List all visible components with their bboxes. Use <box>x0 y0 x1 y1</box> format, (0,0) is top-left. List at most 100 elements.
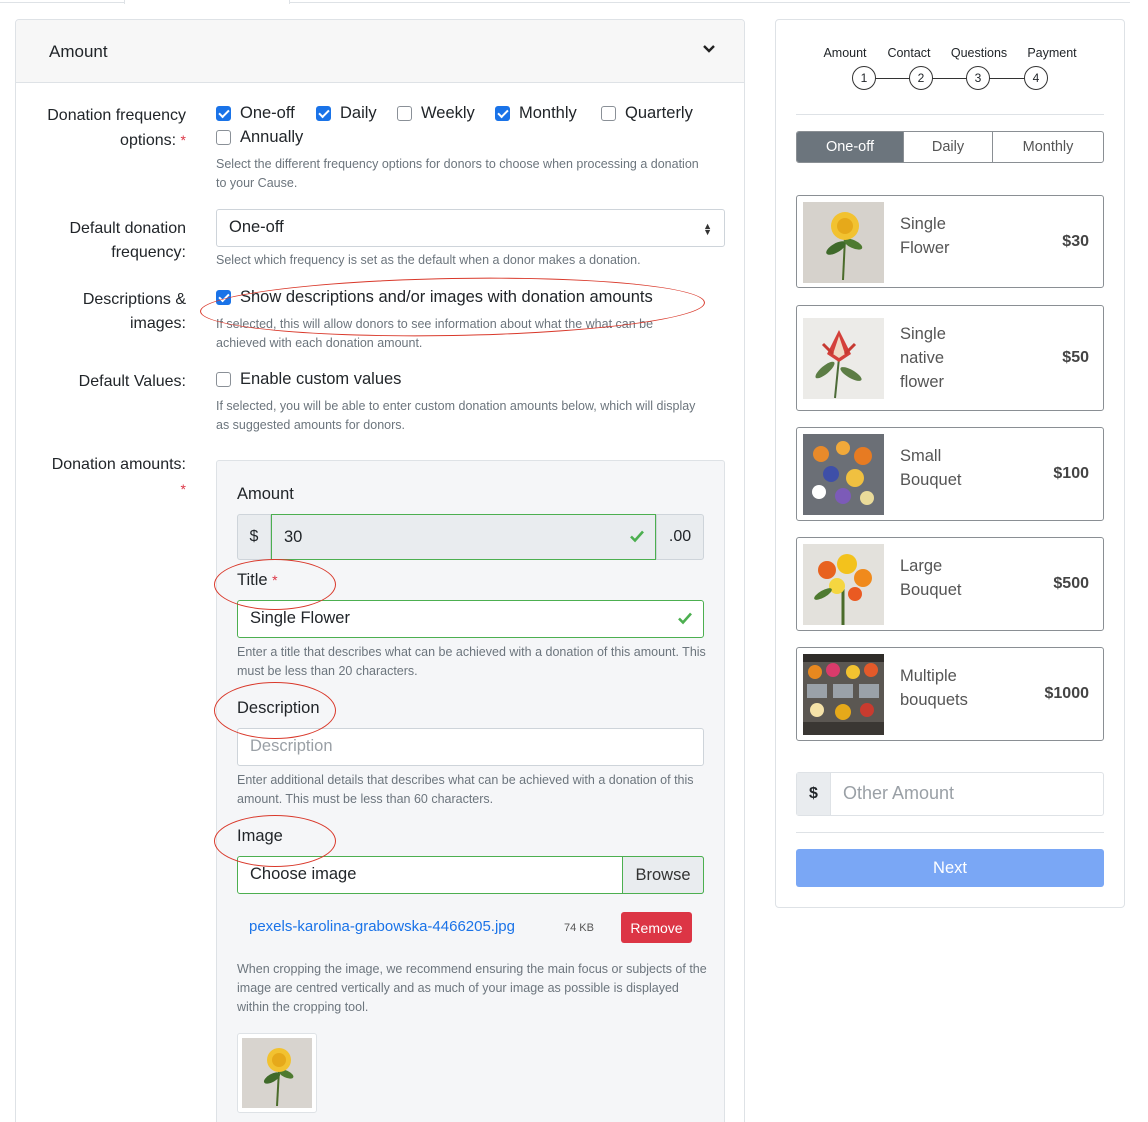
option-title-line: Small <box>900 447 942 465</box>
option-price: $500 <box>1053 575 1089 592</box>
step-circle-2: 2 <box>909 66 933 90</box>
required-asterisk: * <box>180 481 186 497</box>
flower-illustration <box>803 202 884 283</box>
checkbox-icon[interactable] <box>216 130 231 145</box>
amount-settings-card: Amount Donation frequency options: * One… <box>15 19 745 1122</box>
option-title-line: Single <box>900 325 946 343</box>
option-title-line: Single <box>900 215 946 233</box>
flower-illustration <box>242 1038 312 1108</box>
small-bouquet-image <box>803 434 884 515</box>
custom-values-help: If selected, you will be able to enter c… <box>216 399 696 432</box>
image-label: Image <box>237 827 283 845</box>
tab-one-off[interactable]: One-off <box>797 132 904 162</box>
select-arrows-icon: ▲ ▼ <box>703 221 712 237</box>
step-label-amount: Amount <box>823 46 867 60</box>
other-amount-input[interactable]: Other Amount <box>831 773 1103 815</box>
browse-button[interactable]: Browse <box>622 856 704 894</box>
yellow-flower-image <box>242 1038 312 1108</box>
check-icon <box>678 612 692 625</box>
step-label-contact: Contact <box>887 46 931 60</box>
frequency-checkbox-one-off[interactable]: One-off <box>216 104 295 123</box>
option-price: $100 <box>1053 465 1089 482</box>
image-placeholder: Choose image <box>250 865 357 883</box>
chevron-down-icon[interactable] <box>702 42 716 56</box>
next-button[interactable]: Next <box>796 849 1104 887</box>
frequency-checkbox-annually[interactable]: Annually <box>216 128 303 147</box>
default-values-label: Default Values: <box>78 373 186 390</box>
option-title-line: Flower <box>900 239 950 257</box>
cents-suffix: .00 <box>656 514 704 560</box>
checkbox-icon[interactable] <box>316 106 331 121</box>
description-help: Enter additional details that describes … <box>237 773 694 806</box>
description-input[interactable]: Description <box>237 728 704 766</box>
option-title: Single native flower <box>900 322 946 394</box>
description-label: Description <box>237 699 320 717</box>
checkbox-icon[interactable] <box>216 290 231 305</box>
frequency-checkbox-weekly[interactable]: Weekly <box>397 104 475 123</box>
step-circle-1: 1 <box>852 66 876 90</box>
donation-option-1000[interactable]: Multiple bouquets $1000 <box>796 647 1104 741</box>
option-title: Small Bouquet <box>900 444 961 492</box>
currency-prefix: $ <box>237 514 271 560</box>
custom-values-checkbox[interactable]: Enable custom values <box>216 370 401 389</box>
flower-illustration <box>803 434 884 515</box>
option-title-line: Large <box>900 557 943 575</box>
donation-form-preview: Amount Contact Questions Payment 1 2 3 4… <box>775 19 1125 908</box>
option-price: $50 <box>1062 349 1089 366</box>
title-label: Title * <box>237 571 278 590</box>
step-circle-4: 4 <box>1024 66 1048 90</box>
protea-flower-image <box>803 318 884 399</box>
step-circle-3: 3 <box>966 66 990 90</box>
amount-input-group: $ 30 .00 <box>237 514 704 560</box>
tab-monthly[interactable]: Monthly <box>993 132 1103 162</box>
checkbox-label: One-off <box>240 104 295 122</box>
checkbox-icon[interactable] <box>601 106 616 121</box>
active-tab-indicator <box>124 0 290 4</box>
step-label-questions: Questions <box>950 46 1008 60</box>
donation-amounts-text: Donation amounts: <box>51 456 186 473</box>
step-label-payment: Payment <box>1027 46 1077 60</box>
donation-option-100[interactable]: Small Bouquet $100 <box>796 427 1104 521</box>
other-amount-group: $ Other Amount <box>796 772 1104 816</box>
frequency-options-label: Donation frequency options: * <box>16 104 186 153</box>
frequency-options-text: Donation frequency options: <box>47 107 186 149</box>
yellow-flower-image <box>803 202 884 283</box>
amount-input[interactable]: 30 <box>271 514 656 560</box>
donation-amount-panel: Amount $ 30 .00 Title * Single Flower En… <box>216 460 725 1122</box>
option-title: Multiple bouquets <box>900 664 968 712</box>
donation-option-30[interactable]: Single Flower $30 <box>796 195 1104 288</box>
option-title: Single Flower <box>900 212 950 260</box>
remove-image-button[interactable]: Remove <box>621 912 692 943</box>
checkbox-icon[interactable] <box>216 106 231 121</box>
description-placeholder: Description <box>250 737 333 755</box>
option-title-line: Bouquet <box>900 581 962 599</box>
uploaded-file-link[interactable]: pexels-karolina-grabowska-4466205.jpg <box>249 918 515 935</box>
default-frequency-select[interactable]: One-off ▲ ▼ <box>216 209 725 247</box>
amount-label: Amount <box>237 485 294 503</box>
flower-illustration <box>803 544 884 625</box>
other-currency-prefix: $ <box>797 773 831 815</box>
image-file-input[interactable]: Choose image Browse <box>237 856 704 894</box>
donation-option-50[interactable]: Single native flower $50 <box>796 305 1104 411</box>
checkbox-icon[interactable] <box>216 372 231 387</box>
flower-stall-image <box>803 654 884 735</box>
frequency-checkbox-monthly[interactable]: Monthly <box>495 104 577 123</box>
checkbox-icon[interactable] <box>495 106 510 121</box>
image-thumbnail[interactable] <box>237 1033 317 1113</box>
amount-section-header[interactable]: Amount <box>16 20 744 83</box>
title-input[interactable]: Single Flower <box>237 600 704 638</box>
donation-option-500[interactable]: Large Bouquet $500 <box>796 537 1104 631</box>
title-value: Single Flower <box>250 609 350 627</box>
descriptions-checkbox[interactable]: Show descriptions and/or images with don… <box>216 288 653 307</box>
flower-illustration <box>803 654 884 735</box>
tab-daily[interactable]: Daily <box>904 132 993 162</box>
amount-value: 30 <box>284 527 303 546</box>
progress-steps: Amount Contact Questions Payment 1 2 3 4 <box>776 46 1126 96</box>
checkbox-icon[interactable] <box>397 106 412 121</box>
option-title: Large Bouquet <box>900 554 961 602</box>
frequency-checkbox-daily[interactable]: Daily <box>316 104 377 123</box>
default-frequency-help: Select which frequency is set as the def… <box>216 253 641 267</box>
descriptions-help: If selected, this will allow donors to s… <box>216 317 654 350</box>
donation-amounts-label: Donation amounts: * <box>26 453 186 502</box>
frequency-checkbox-quarterly[interactable]: Quarterly <box>601 104 693 123</box>
